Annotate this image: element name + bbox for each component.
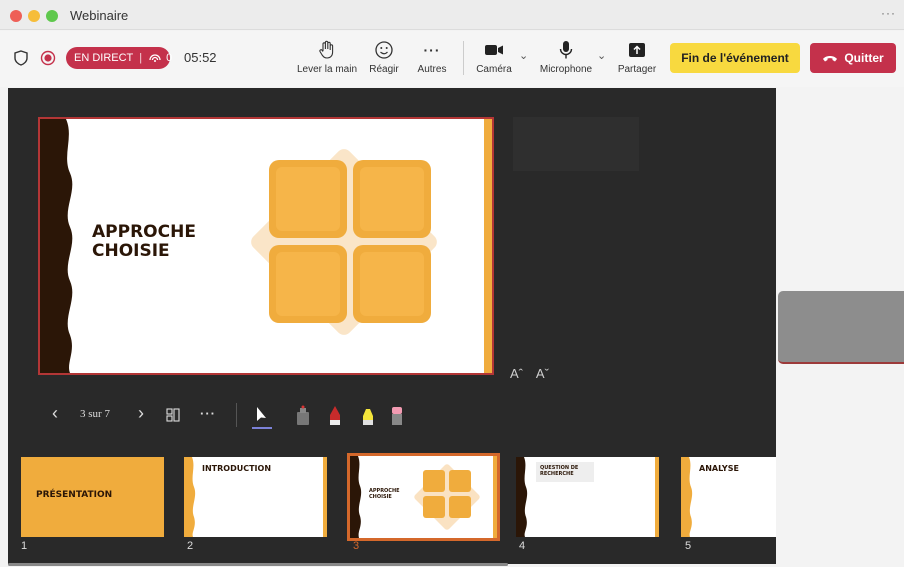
current-slide: APPROCHE CHOISIE <box>38 117 494 375</box>
react-button[interactable]: Réagir <box>366 39 402 79</box>
eraser-tool-icon[interactable] <box>390 404 404 431</box>
thumbnail-scrollbar[interactable] <box>8 563 508 566</box>
meeting-toolbar: EN DIRECT | 0 05:52 Lever la main Réagir… <box>0 31 904 87</box>
end-event-button[interactable]: Fin de l'événement <box>670 43 800 73</box>
more-dots-icon: ··· <box>423 42 441 58</box>
font-size-controls: Aˆ Aˇ <box>510 366 549 381</box>
font-increase-button[interactable]: Aˆ <box>510 366 523 381</box>
share-icon <box>616 39 658 61</box>
marker-tool-icon[interactable] <box>328 404 342 431</box>
close-window-button[interactable] <box>10 10 22 22</box>
smiley-icon <box>366 39 402 61</box>
microphone-options-chevron-icon[interactable]: ⌄ <box>597 49 606 62</box>
share-button[interactable]: Partager <box>616 39 658 79</box>
minimize-window-button[interactable] <box>28 10 40 22</box>
pen-tool-icon[interactable] <box>296 404 310 431</box>
highlighter-tool-icon[interactable] <box>360 404 376 431</box>
video-placeholder <box>513 117 639 171</box>
raise-hand-button[interactable]: Lever la main <box>296 39 358 79</box>
previous-slide-chevron-icon[interactable]: ‹ <box>52 403 58 424</box>
live-status-badge: EN DIRECT | 0 <box>66 47 173 69</box>
nav-divider <box>236 403 237 427</box>
slide-thumbnail-1[interactable]: PRÉSENTATION <box>21 457 164 537</box>
thumbnail-number: 5 <box>685 540 692 552</box>
slide-thumbnail-5[interactable]: ANALYSE <box>681 457 776 537</box>
hang-up-icon <box>822 53 838 63</box>
hand-icon <box>296 39 358 61</box>
slide-navigation: ‹ 3 sur 7 › ··· <box>48 401 428 431</box>
viewer-count: 0 <box>166 52 173 64</box>
camera-button[interactable]: Caméra <box>474 39 514 79</box>
thumbnail-number-active: 3 <box>353 540 360 552</box>
next-slide-chevron-icon[interactable]: › <box>138 403 144 424</box>
thumbnail-number: 4 <box>519 540 526 552</box>
thumbnail-number: 1 <box>21 540 28 552</box>
window-title-bar: Webinaire ··· <box>0 0 904 30</box>
font-decrease-button[interactable]: Aˇ <box>536 366 549 381</box>
record-icon[interactable] <box>40 50 56 71</box>
page-indicator: 3 sur 7 <box>80 408 110 420</box>
camera-options-chevron-icon[interactable]: ⌄ <box>519 49 528 62</box>
viewers-icon <box>148 52 162 64</box>
maximize-window-button[interactable] <box>46 10 58 22</box>
slide-title: APPROCHE CHOISIE <box>92 222 196 261</box>
camera-icon <box>474 39 514 61</box>
more-options-button[interactable]: ··· Autres <box>414 39 450 79</box>
slide-grid-icon[interactable] <box>166 408 180 427</box>
microphone-button[interactable]: Microphone <box>536 39 596 79</box>
meeting-timer: 05:52 <box>184 50 217 65</box>
toolbar-divider <box>463 41 464 75</box>
thumbnail-number: 2 <box>187 540 194 552</box>
shield-icon[interactable] <box>14 50 28 71</box>
nav-more-icon[interactable]: ··· <box>200 406 216 421</box>
microphone-icon <box>536 39 596 61</box>
participant-video-tile[interactable] <box>778 291 904 364</box>
quit-button[interactable]: Quitter <box>810 43 896 73</box>
slide-thumbnail-3-active[interactable]: APPROCHE CHOISIE <box>347 453 500 541</box>
pointer-tool-icon[interactable] <box>252 405 272 436</box>
presentation-stage: APPROCHE CHOISIE Aˆ Aˇ ‹ 3 sur 7 › ··· P… <box>8 88 776 564</box>
window-title: Webinaire <box>70 8 129 23</box>
window-more-icon[interactable]: ··· <box>881 6 896 20</box>
slide-thumbnail-2[interactable]: INTRODUCTION <box>184 457 327 537</box>
live-label: EN DIRECT <box>74 52 134 64</box>
slide-thumbnail-4[interactable]: QUESTION DE RECHERCHE <box>516 457 659 537</box>
